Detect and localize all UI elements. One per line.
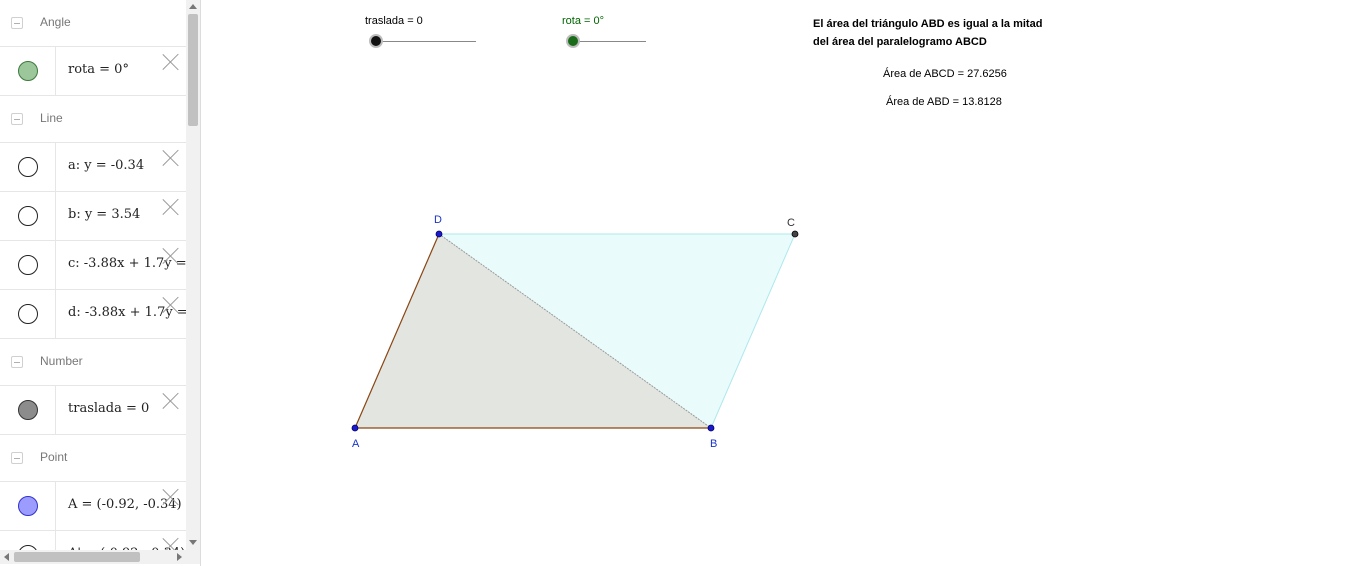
scroll-up-icon[interactable]: [189, 4, 197, 9]
visibility-toggle[interactable]: [0, 482, 56, 530]
algebra-item-text[interactable]: b: y = 3.54: [68, 207, 140, 222]
collapse-icon[interactable]: [11, 113, 23, 125]
algebra-item[interactable]: A = (-0.92, -0.34): [0, 482, 186, 531]
scroll-right-icon[interactable]: [177, 553, 182, 561]
algebra-list: Angle rota = 0° Line a: y = -0.34 b: y = 3.5…: [0, 0, 186, 550]
close-icon[interactable]: [162, 53, 180, 71]
marble-icon[interactable]: [18, 206, 38, 226]
visibility-toggle[interactable]: [0, 241, 56, 289]
close-icon[interactable]: [162, 296, 180, 314]
group-label: Line: [40, 111, 63, 125]
group-label: Number: [40, 354, 83, 368]
graphics-view[interactable]: traslada = 0 rota = 0° El área del trián…: [201, 0, 1366, 566]
group-header-number[interactable]: Number: [0, 339, 186, 386]
collapse-icon[interactable]: [11, 452, 23, 464]
scrollbar-corner: [186, 550, 200, 564]
marble-icon[interactable]: [18, 304, 38, 324]
point-d[interactable]: [435, 230, 443, 238]
marble-icon[interactable]: [18, 255, 38, 275]
algebra-item[interactable]: b: y = 3.54: [0, 192, 186, 241]
horizontal-scrollbar[interactable]: [0, 550, 186, 564]
visibility-toggle[interactable]: [0, 386, 56, 434]
vertical-scroll-thumb[interactable]: [188, 14, 198, 126]
algebra-item[interactable]: c: -3.88x + 1.7y = 3: [0, 241, 186, 290]
algebra-view: Angle rota = 0° Line a: y = -0.34 b: y = 3.5…: [0, 0, 201, 566]
collapse-icon[interactable]: [11, 356, 23, 368]
close-icon[interactable]: [162, 149, 180, 167]
algebra-item[interactable]: A' = (-0.92, -0.34): [0, 531, 186, 550]
collapse-icon[interactable]: [11, 17, 23, 29]
marble-icon[interactable]: [18, 61, 38, 81]
group-header-line[interactable]: Line: [0, 96, 186, 143]
point-a-label: A: [352, 438, 360, 450]
visibility-toggle[interactable]: [0, 290, 56, 338]
marble-icon[interactable]: [18, 496, 38, 516]
geometry-canvas: A B D C: [351, 214, 799, 450]
visibility-toggle[interactable]: [0, 47, 56, 95]
visibility-toggle[interactable]: [0, 143, 56, 191]
close-icon[interactable]: [162, 488, 180, 506]
algebra-item[interactable]: a: y = -0.34: [0, 143, 186, 192]
group-header-point[interactable]: Point: [0, 435, 186, 482]
close-icon[interactable]: [162, 198, 180, 216]
group-label: Angle: [40, 15, 71, 29]
point-c[interactable]: [791, 230, 799, 238]
point-a[interactable]: [351, 424, 359, 432]
point-b-label: B: [710, 438, 717, 450]
close-icon[interactable]: [162, 537, 180, 550]
marble-icon[interactable]: [18, 400, 38, 420]
algebra-item[interactable]: d: -3.88x + 1.7y = 4: [0, 290, 186, 339]
marble-icon[interactable]: [18, 157, 38, 177]
horizontal-scroll-thumb[interactable]: [14, 552, 140, 562]
algebra-item[interactable]: rota = 0°: [0, 47, 186, 96]
algebra-item-text[interactable]: traslada = 0: [68, 401, 149, 416]
point-b[interactable]: [707, 424, 715, 432]
close-icon[interactable]: [162, 247, 180, 265]
algebra-item[interactable]: traslada = 0: [0, 386, 186, 435]
point-c-label: C: [787, 217, 795, 229]
vertical-scrollbar[interactable]: [186, 0, 200, 550]
close-icon[interactable]: [162, 392, 180, 410]
scroll-left-icon[interactable]: [4, 553, 9, 561]
point-d-label: D: [434, 214, 442, 226]
group-header-angle[interactable]: Angle: [0, 0, 186, 47]
scroll-down-icon[interactable]: [189, 540, 197, 545]
visibility-toggle[interactable]: [0, 531, 56, 550]
algebra-item-text[interactable]: a: y = -0.34: [68, 158, 144, 173]
visibility-toggle[interactable]: [0, 192, 56, 240]
algebra-item-text[interactable]: rota = 0°: [68, 62, 129, 77]
group-label: Point: [40, 450, 68, 464]
